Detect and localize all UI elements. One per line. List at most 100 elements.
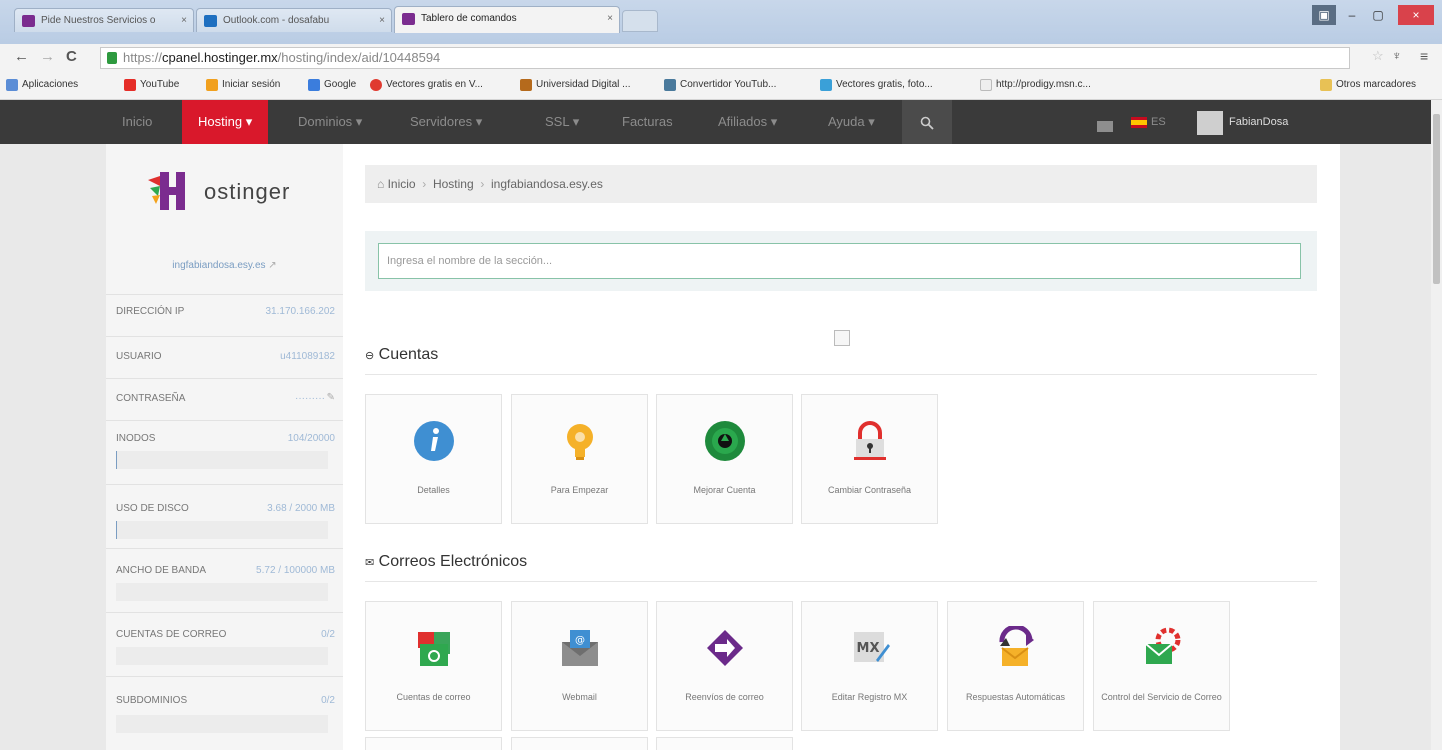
minus-circle-icon[interactable]: ⊖: [365, 350, 374, 362]
home-icon: ⌂: [377, 177, 385, 191]
hostinger-logo-icon: [148, 172, 185, 210]
tile-para-empezar[interactable]: Para Empezar: [511, 394, 648, 524]
breadcrumb-site: ingfabiandosa.esy.es: [491, 177, 603, 191]
email-accounts-icon: [417, 632, 450, 666]
info-row-disk: USO DE DISCO 3.68 / 2000 MB: [106, 484, 343, 544]
close-tab-icon[interactable]: ×: [379, 9, 385, 32]
hostinger-favicon-icon: [402, 13, 415, 25]
info-row-user: USUARIO u411089182: [106, 336, 343, 376]
section-divider: [365, 374, 1317, 375]
svg-text:@: @: [575, 635, 585, 646]
maximize-icon[interactable]: ▢: [1366, 5, 1390, 25]
breadcrumb-separator: ›: [418, 177, 430, 191]
bookmark-apps[interactable]: Aplicaciones: [6, 79, 78, 91]
star-icon[interactable]: ☆: [1372, 48, 1384, 64]
breadcrumb-hosting[interactable]: Hosting: [433, 177, 474, 191]
breadcrumb-inicio[interactable]: Inicio: [388, 177, 416, 191]
folder-icon: [1320, 79, 1332, 91]
nav-inicio[interactable]: Inicio: [122, 100, 152, 144]
language-selector[interactable]: ES: [1151, 100, 1166, 144]
user-menu[interactable]: FabianDosa: [1229, 100, 1288, 144]
bookmark-other[interactable]: Otros marcadores: [1320, 79, 1416, 91]
vector-icon: [370, 79, 382, 91]
tile-webmail[interactable]: @ Webmail: [511, 601, 648, 731]
tile-cuentas-de-correo[interactable]: Cuentas de correo: [365, 601, 502, 731]
forward-mail-icon: [706, 630, 743, 666]
close-tab-icon[interactable]: ×: [181, 9, 187, 32]
browser-titlebar: Pide Nuestros Servicios o × Outlook.com …: [0, 0, 1442, 44]
nav-dominios[interactable]: Dominios ▾: [298, 100, 362, 144]
windows-icon: [206, 79, 218, 91]
inodes-meter: [116, 451, 328, 469]
tile-partial[interactable]: [656, 737, 793, 750]
tile-detalles[interactable]: Detalles: [365, 394, 502, 524]
forward-icon[interactable]: →: [40, 48, 55, 65]
section-search-input[interactable]: [378, 243, 1301, 279]
new-tab-button[interactable]: [622, 10, 658, 32]
nav-afiliados[interactable]: Afiliados ▾: [718, 100, 777, 144]
tile-editar-registro-mx[interactable]: MX Editar Registro MX: [801, 601, 938, 731]
youtube-icon: [124, 79, 136, 91]
search-icon[interactable]: [902, 100, 952, 144]
tile-partial[interactable]: [365, 737, 502, 750]
site-link[interactable]: ingfabiandosa.esy.es ↗: [106, 260, 343, 271]
image-icon: [820, 79, 832, 91]
bookmarks-bar: Aplicaciones YouTube Iniciar sesión Goog…: [0, 72, 1442, 100]
inodes-meter-fill: [116, 451, 118, 469]
breadcrumb: ⌂ Inicio › Hosting › ingfabiandosa.esy.e…: [365, 165, 1317, 203]
nav-hosting[interactable]: Hosting ▾: [182, 100, 269, 151]
section-divider: [365, 581, 1317, 582]
nav-ssl[interactable]: SSL ▾: [545, 100, 579, 144]
section-title-correos: ✉ Correos Electrónicos: [365, 553, 528, 570]
email-meter: [116, 647, 328, 665]
breadcrumb-separator: ›: [477, 177, 488, 191]
nav-facturas[interactable]: Facturas: [622, 100, 673, 144]
bookmark-vectores-fotos[interactable]: Vectores gratis, foto...: [820, 79, 933, 91]
close-tab-icon[interactable]: ×: [607, 7, 613, 31]
tile-respuestas-automaticas[interactable]: Respuestas Automáticas: [947, 601, 1084, 731]
nav-ayuda[interactable]: Ayuda ▾: [828, 100, 875, 144]
tile-partial[interactable]: [511, 737, 648, 750]
reload-icon[interactable]: C: [66, 48, 77, 65]
minimize-icon[interactable]: –: [1340, 5, 1364, 25]
bandwidth-meter: [116, 583, 328, 601]
close-window-icon[interactable]: ×: [1398, 5, 1434, 25]
edit-password-icon[interactable]: ✎: [327, 392, 335, 403]
avatar[interactable]: [1197, 111, 1223, 135]
url-field[interactable]: https://cpanel.hostinger.mx/hosting/inde…: [100, 47, 1350, 69]
magnifier-icon: [920, 116, 934, 130]
bookmark-google[interactable]: Google: [308, 79, 356, 91]
browser-tab[interactable]: Outlook.com - dosafabu ×: [196, 8, 392, 32]
scrollbar-thumb[interactable]: [1433, 114, 1440, 284]
back-icon[interactable]: ←: [14, 48, 29, 65]
bookmark-login[interactable]: Iniciar sesión: [206, 79, 280, 91]
info-row-subdomains: SUBDOMINIOS 0/2: [106, 676, 343, 736]
mail-icon[interactable]: [1097, 121, 1113, 132]
info-row-password: CONTRASEÑA ········· ✎: [106, 378, 343, 418]
auto-reply-icon: [998, 626, 1034, 666]
webmail-icon: @: [561, 630, 598, 666]
bookmark-vectores[interactable]: Vectores gratis en V...: [370, 79, 483, 91]
extension-icon[interactable]: ♆: [1392, 48, 1402, 63]
browser-tab[interactable]: Pide Nuestros Servicios o ×: [14, 8, 194, 32]
upgrade-icon: [704, 421, 745, 461]
hostinger-logo[interactable]: ostinger: [146, 166, 326, 218]
tile-mejorar-cuenta[interactable]: Mejorar Cuenta: [656, 394, 793, 524]
bookmark-universidad[interactable]: Universidad Digital ...: [520, 79, 630, 91]
nav-servidores[interactable]: Servidores ▾: [410, 100, 482, 144]
browser-tab-active[interactable]: Tablero de comandos ×: [394, 6, 620, 33]
profile-icon[interactable]: ▣: [1312, 5, 1336, 25]
spain-flag-icon[interactable]: [1131, 117, 1147, 128]
tile-control-servicio-correo[interactable]: Control del Servicio de Correo: [1093, 601, 1230, 731]
converter-icon: [664, 79, 676, 91]
subdomains-meter: [116, 715, 328, 733]
menu-icon[interactable]: ≡: [1420, 48, 1428, 64]
section-title-cuentas: ⊖ Cuentas: [365, 346, 439, 363]
tile-reenvios-de-correo[interactable]: Reenvíos de correo: [656, 601, 793, 731]
bookmark-prodigy[interactable]: http://prodigy.msn.c...: [980, 79, 1091, 91]
bookmark-convertidor[interactable]: Convertidor YouTub...: [664, 79, 776, 91]
tile-cambiar-contrasena[interactable]: Cambiar Contraseña: [801, 394, 938, 524]
page-icon: [980, 79, 992, 91]
bookmark-youtube[interactable]: YouTube: [124, 79, 179, 91]
university-icon: [520, 79, 532, 91]
